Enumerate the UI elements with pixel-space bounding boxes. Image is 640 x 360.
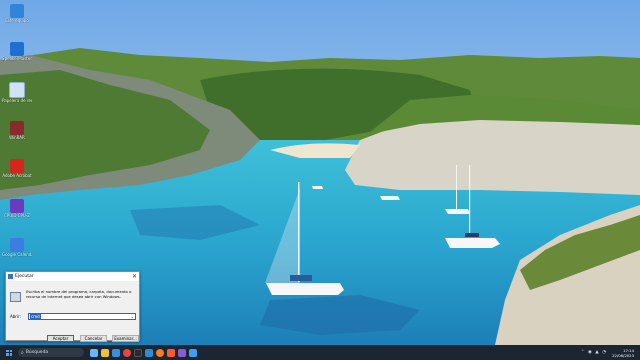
- browse-button[interactable]: Examinar...: [112, 335, 139, 342]
- clock[interactable]: 17:14 22/06/2023: [612, 348, 634, 358]
- google-calendar-icon: [10, 238, 24, 252]
- search-icon: ⌕: [21, 349, 24, 356]
- firefox-icon[interactable]: [156, 348, 164, 357]
- desktop-icon-speakermaster[interactable]: SpeakerMaster: [2, 42, 32, 61]
- file-explorer-icon[interactable]: [101, 348, 109, 357]
- start-button[interactable]: [6, 349, 12, 356]
- run-dialog: Ejecutar ✕ Escriba el nombre del program…: [5, 271, 140, 342]
- desktop-icon-google-calendar[interactable]: Google Calendar: [2, 238, 32, 257]
- ok-button[interactable]: Aceptar: [47, 335, 74, 342]
- chrome-icon[interactable]: [123, 348, 131, 357]
- speaker-master-icon: [10, 42, 24, 56]
- cpu-z-icon: [10, 199, 24, 213]
- computer-icon: [10, 4, 24, 18]
- desktop-icon-este-equipo[interactable]: Este equipo: [2, 4, 32, 23]
- taskbar: ⌕ Búsqueda ⌃ ◉ ▲ ◔ 17:14 22/06/2023: [0, 345, 640, 360]
- vs-icon[interactable]: [178, 348, 186, 357]
- tray-icons[interactable]: ⌃ ◉ ▲ ◔: [581, 350, 607, 355]
- search-placeholder: Búsqueda: [25, 350, 49, 355]
- vscode-icon[interactable]: [145, 348, 153, 357]
- run-program-icon: [10, 292, 21, 302]
- store-icon[interactable]: [112, 348, 120, 357]
- clock-date: 22/06/2023: [612, 352, 634, 358]
- run-dialog-titlebar[interactable]: Ejecutar ✕: [6, 272, 139, 281]
- open-input[interactable]: cmd ⌄: [28, 313, 136, 320]
- desktop-icon-adobe-acrobat[interactable]: Adobe Acrobat: [2, 159, 32, 178]
- desktop-icon-winrar[interactable]: WinRAR: [2, 121, 32, 140]
- open-input-value: cmd: [30, 314, 41, 319]
- run-dialog-title: Ejecutar: [15, 274, 34, 279]
- copilot-icon[interactable]: [90, 348, 98, 357]
- cancel-button[interactable]: Cancelar: [80, 335, 107, 342]
- winrar-icon: [10, 121, 24, 135]
- desktop-icon-recycle-bin[interactable]: Papelera de reciclaje: [2, 82, 32, 103]
- desktop-icon-cpu-z[interactable]: CPUID CPU-Z: [2, 199, 32, 218]
- brave-icon[interactable]: [167, 348, 175, 357]
- terminal-icon[interactable]: [134, 348, 142, 357]
- chevron-down-icon[interactable]: ⌄: [131, 314, 134, 319]
- run-dialog-description: Escriba el nombre del programa, carpeta,…: [26, 289, 132, 299]
- system-tray: ⌃ ◉ ▲ ◔ 17:14 22/06/2023: [581, 345, 634, 360]
- adobe-acrobat-icon: [10, 159, 24, 173]
- run-dialog-body: Escriba el nombre del programa, carpeta,…: [6, 281, 139, 342]
- run-icon: [8, 274, 13, 279]
- open-label: Abrir:: [10, 314, 21, 319]
- photos-icon[interactable]: [189, 348, 197, 357]
- taskbar-apps: [90, 348, 197, 357]
- taskbar-search[interactable]: ⌕ Búsqueda: [18, 348, 84, 357]
- close-icon[interactable]: ✕: [132, 273, 137, 280]
- recycle-bin-icon: [9, 82, 25, 98]
